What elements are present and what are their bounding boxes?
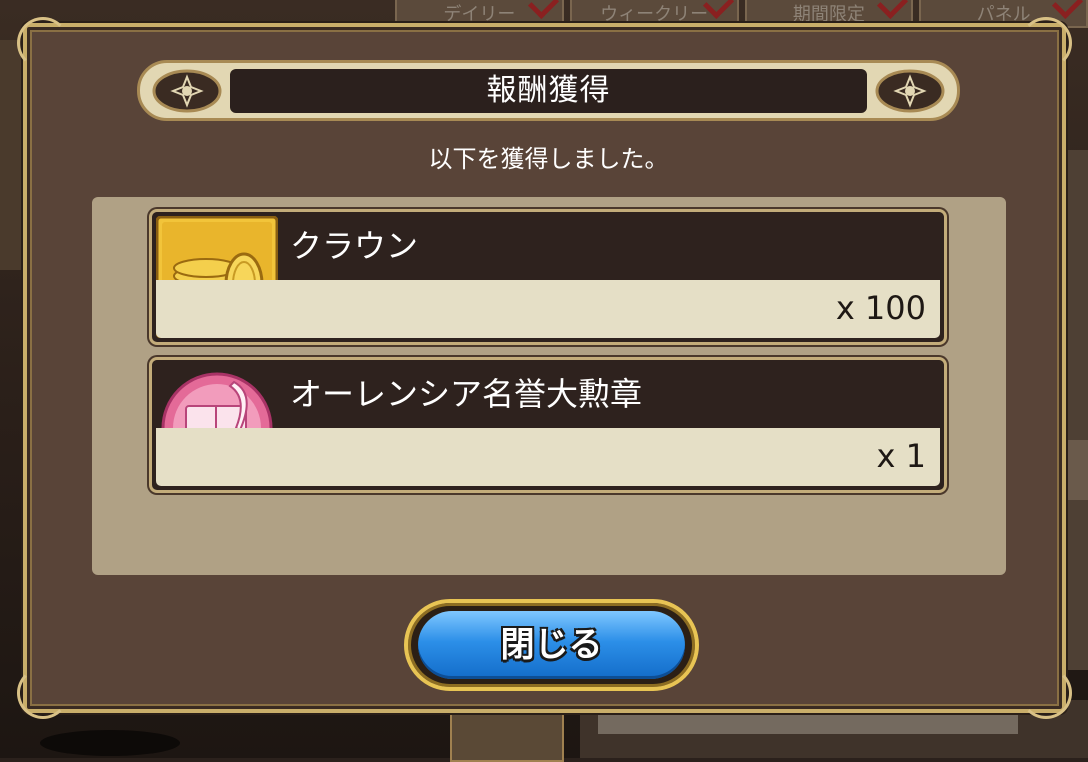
background-right-panel: [1066, 150, 1088, 670]
reward-quantity-bar: x 1: [156, 428, 940, 486]
corner-ornament-icon: [17, 667, 69, 719]
rewards-panel: クラウン x 100 オーレンシア名誉大勲章 x 1: [92, 197, 1006, 575]
close-button[interactable]: 閉じる: [404, 599, 699, 691]
reward-name: オーレンシア名誉大勲章: [290, 375, 643, 413]
background-right-button: [1066, 440, 1088, 500]
dialog-title: 報酬獲得: [230, 69, 867, 113]
background-coins-thumbnail: [450, 708, 564, 762]
background-shadow: [40, 730, 180, 756]
dialog-subtitle: 以下を獲得しました。: [428, 145, 669, 173]
corner-ornament-icon: [1020, 667, 1072, 719]
reward-quantity: x 100: [835, 289, 926, 327]
title-banner: 報酬獲得: [137, 60, 960, 121]
close-button-label: 閉じる: [500, 625, 603, 665]
reward-quantity-bar: x 100: [156, 280, 940, 338]
reward-item: オーレンシア名誉大勲章 x 1: [149, 357, 947, 493]
reward-name: クラウン: [290, 227, 419, 265]
corner-ornament-icon: [1020, 17, 1072, 69]
reward-item: クラウン x 100: [149, 209, 947, 345]
reward-dialog: 報酬獲得 以下を獲得しました。 クラウン x 100 オーレンシア名誉大勲章 x…: [17, 17, 1072, 719]
flower-ornament-icon: [148, 67, 226, 115]
reward-quantity: x 1: [876, 437, 926, 475]
flower-ornament-icon: [871, 67, 949, 115]
corner-ornament-icon: [17, 17, 69, 69]
